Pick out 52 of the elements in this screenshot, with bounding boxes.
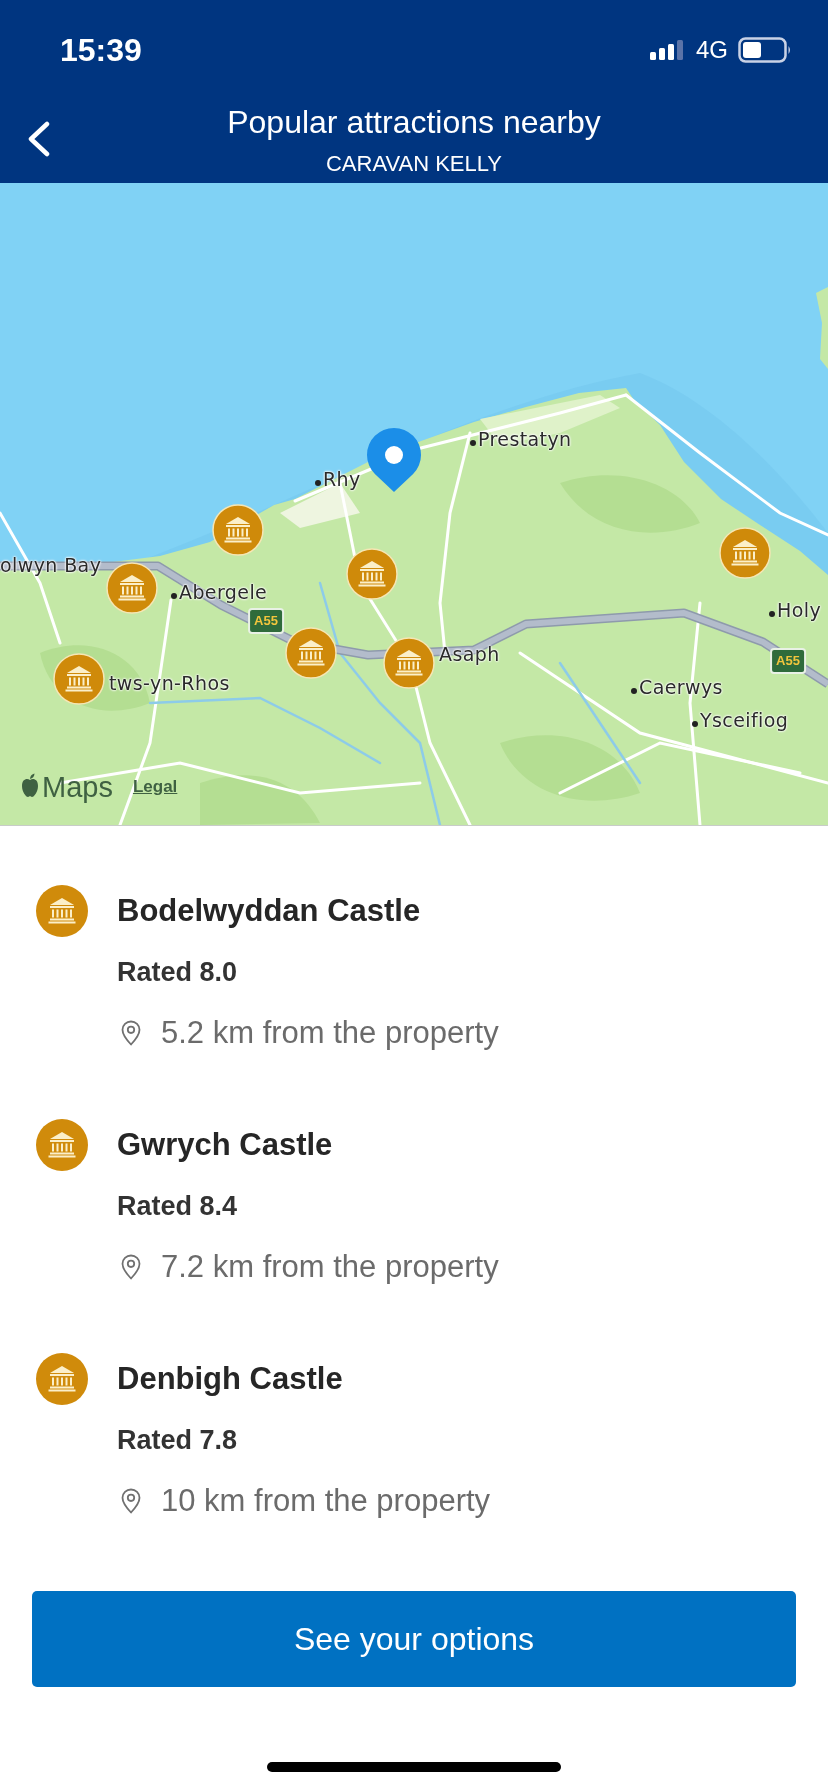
location-pin-icon[interactable] <box>366 427 422 493</box>
landmark-marker-icon[interactable] <box>212 504 264 556</box>
place-label: Holy <box>777 598 822 622</box>
attraction-rating: Rated 8.4 <box>117 1190 239 1222</box>
distance-text: 7.2 km from the property <box>161 1249 499 1285</box>
pin-outline-icon <box>121 1254 141 1280</box>
attraction-rating: Rated 7.8 <box>117 1424 239 1456</box>
attraction-name: Gwrych Castle <box>117 1127 334 1163</box>
distance-text: 10 km from the property <box>161 1483 491 1519</box>
road-sign: A55 <box>770 648 806 674</box>
attraction-name: Denbigh Castle <box>117 1361 344 1397</box>
header-subtitle: CARAVAN KELLY <box>325 150 503 178</box>
place-label: Abergele <box>179 580 268 604</box>
signal-icon <box>650 40 686 60</box>
header-title: Popular attractions nearby <box>227 104 601 140</box>
place-label: Prestatyn <box>478 427 572 451</box>
town-dot-icon <box>692 721 698 727</box>
landmark-marker-icon[interactable] <box>346 548 398 600</box>
place-label: tws-yn-Rhos <box>109 671 230 695</box>
town-dot-icon <box>171 593 177 599</box>
maps-wordmark: Maps <box>42 771 113 803</box>
see-options-button[interactable]: See your options <box>32 1591 796 1687</box>
town-dot-icon <box>631 688 637 694</box>
distance-text: 5.2 km from the property <box>161 1015 499 1051</box>
place-label: Ysceifiog <box>700 708 789 732</box>
landmark-marker-icon[interactable] <box>383 637 435 689</box>
place-label: Asaph <box>439 642 500 666</box>
back-button[interactable] <box>26 121 50 157</box>
place-label: Rhy <box>323 467 361 491</box>
landmark-icon <box>36 885 88 937</box>
network-label: 4G <box>696 36 728 64</box>
landmark-marker-icon[interactable] <box>106 562 158 614</box>
legal-link[interactable]: Legal <box>132 776 178 798</box>
town-dot-icon <box>315 480 321 486</box>
landmark-icon <box>36 1119 88 1171</box>
apple-icon <box>21 773 39 797</box>
pin-outline-icon <box>121 1488 141 1514</box>
chevron-icon <box>26 121 50 157</box>
battery-icon <box>738 37 792 63</box>
status-time: 15:39 <box>60 31 142 69</box>
town-dot-icon <box>470 440 476 446</box>
attraction-name: Bodelwyddan Castle <box>117 893 422 929</box>
place-label: Caerwys <box>639 675 723 699</box>
landmark-marker-icon[interactable] <box>719 527 771 579</box>
place-label: olwyn Bay <box>0 553 102 577</box>
pin-outline-icon <box>121 1020 141 1046</box>
road-sign: A55 <box>248 608 284 634</box>
landmark-marker-icon[interactable] <box>53 653 105 705</box>
landmark-marker-icon[interactable] <box>285 627 337 679</box>
town-dot-icon <box>769 611 775 617</box>
attraction-rating: Rated 8.0 <box>117 956 239 988</box>
landmark-icon <box>36 1353 88 1405</box>
